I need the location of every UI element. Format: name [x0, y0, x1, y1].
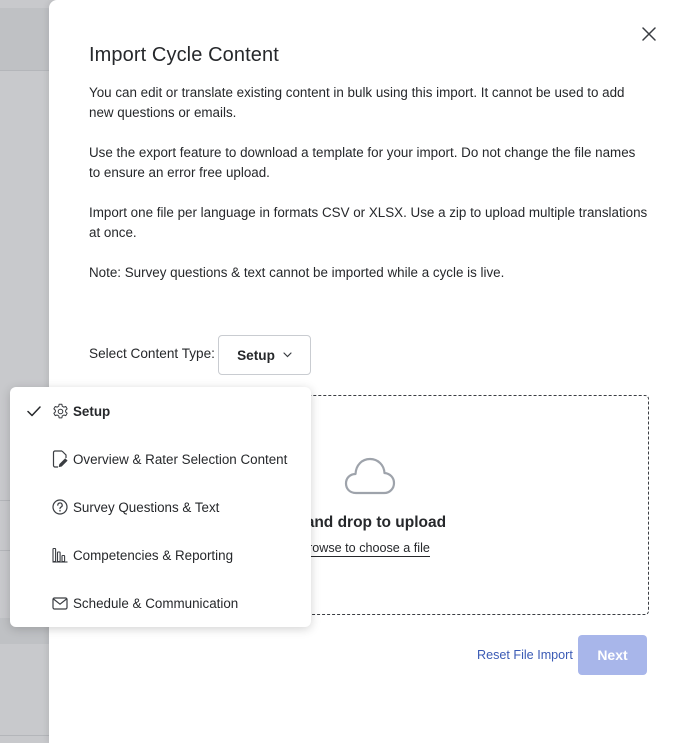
checkmark-icon [26, 403, 42, 419]
dropdown-item-label: Setup [73, 403, 111, 419]
cloud-icon [344, 457, 396, 495]
content-type-dropdown: Setup Overview & Rater Selection Content… [10, 387, 311, 627]
bar-chart-icon [51, 546, 69, 564]
dropdown-item-label: Schedule & Communication [73, 595, 239, 611]
dropdown-item-schedule[interactable]: Schedule & Communication [10, 579, 311, 627]
close-button[interactable] [637, 22, 661, 46]
export-paragraph: Use the export feature to download a tem… [89, 145, 636, 180]
dropdown-item-label: Competencies & Reporting [73, 547, 234, 563]
format-paragraph: Import one file per language in formats … [89, 205, 648, 240]
gear-icon [51, 402, 69, 420]
note-paragraph: Note: Survey questions & text cannot be … [89, 265, 505, 280]
question-circle-icon [51, 498, 69, 516]
content-type-value: Setup [237, 347, 275, 363]
close-icon [642, 27, 656, 41]
dropdown-item-label: Overview & Rater Selection Content [73, 451, 288, 467]
dropdown-item-competencies[interactable]: Competencies & Reporting [10, 531, 311, 579]
browse-link[interactable]: rowse to choose a file [308, 541, 430, 557]
content-type-select[interactable]: Setup [218, 335, 311, 375]
intro-paragraph: You can edit or translate existing conte… [89, 85, 625, 120]
chevron-down-icon [283, 352, 292, 358]
import-modal: Import Cycle Content You can edit or tra… [49, 0, 687, 743]
dropdown-item-survey-questions[interactable]: Survey Questions & Text [10, 483, 311, 531]
dropdown-item-setup[interactable]: Setup [10, 387, 311, 435]
next-button[interactable]: Next [578, 635, 647, 675]
dropdown-item-overview[interactable]: Overview & Rater Selection Content [10, 435, 311, 483]
modal-title: Import Cycle Content [89, 44, 279, 66]
reset-file-import-link[interactable]: Reset File Import [477, 648, 573, 662]
envelope-icon [51, 594, 69, 612]
document-edit-icon [51, 450, 69, 468]
dropdown-item-label: Survey Questions & Text [73, 499, 220, 515]
content-type-label: Select Content Type: [89, 346, 215, 361]
